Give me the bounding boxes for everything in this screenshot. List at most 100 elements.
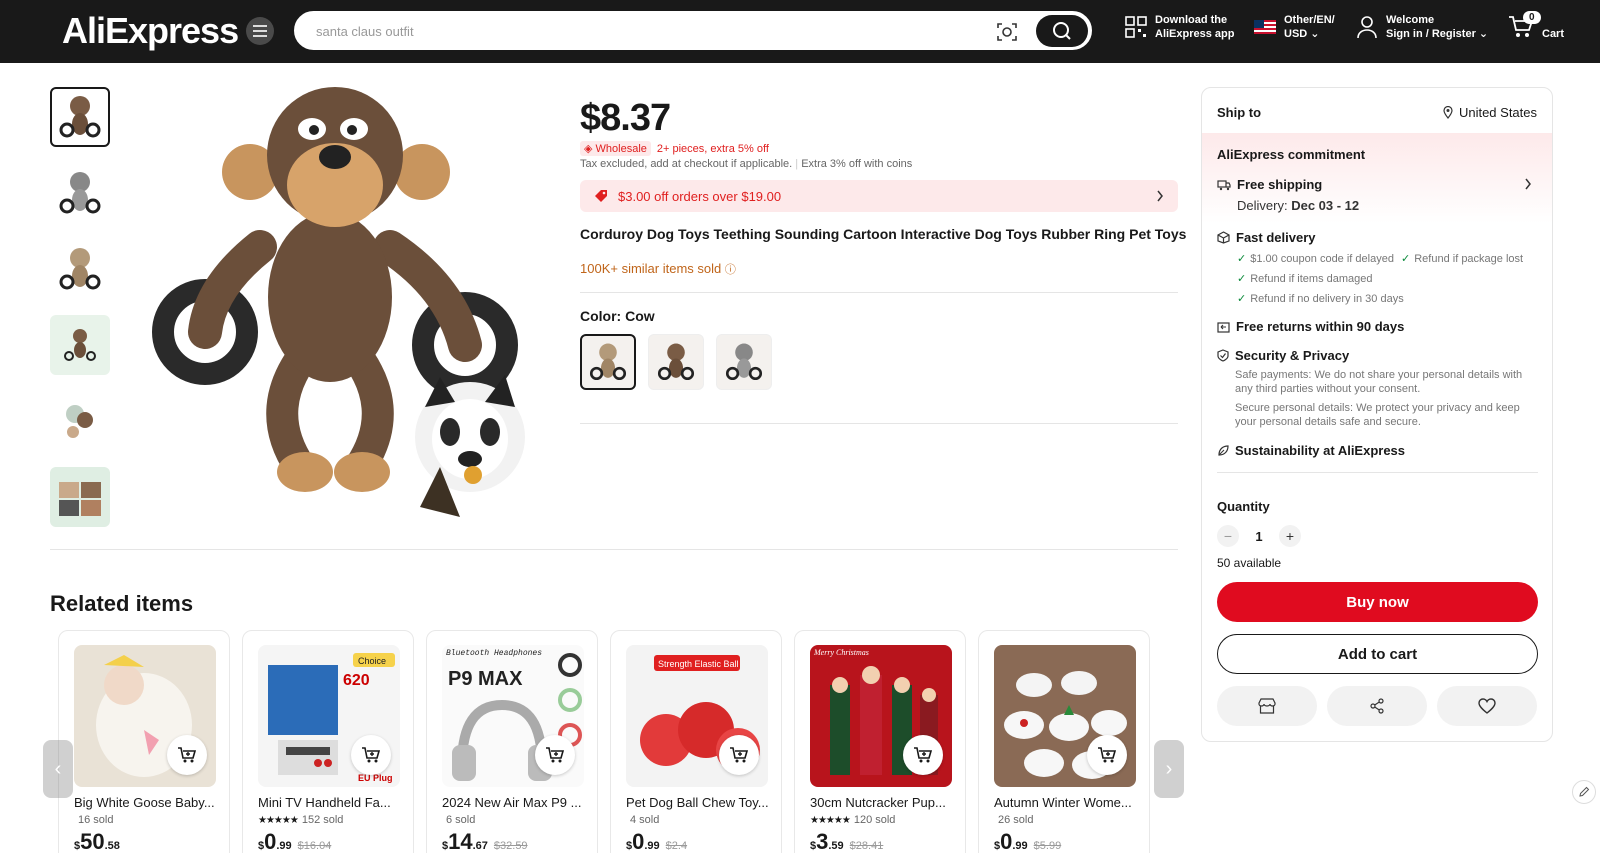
headphones-caption: Bluetooth Headphones bbox=[446, 649, 542, 658]
add-to-cart-quick-button[interactable] bbox=[535, 735, 575, 775]
coins-text: Extra 3% off with coins bbox=[801, 158, 913, 170]
thumbnail-1[interactable] bbox=[50, 87, 110, 147]
sustainability-row[interactable]: Sustainability at AliExpress bbox=[1217, 443, 1405, 458]
search-button[interactable] bbox=[1036, 15, 1088, 47]
add-to-cart-quick-button[interactable] bbox=[719, 735, 759, 775]
game-count-label: 620 bbox=[343, 672, 370, 689]
cart-label: Cart bbox=[1542, 28, 1565, 40]
ship-country-selector[interactable]: United States bbox=[1443, 105, 1537, 120]
quantity-decrease-button[interactable]: − bbox=[1217, 525, 1239, 547]
item-sold: 16 sold bbox=[78, 814, 114, 826]
related-item-card[interactable]: Strength Elastic Ball Pet Dog Ball Chew … bbox=[610, 630, 782, 853]
thumbnail-3[interactable] bbox=[50, 239, 110, 299]
share-icon bbox=[1370, 698, 1384, 714]
item-name: 30cm Nutcracker Pup... bbox=[810, 795, 946, 810]
search-input[interactable] bbox=[316, 21, 966, 41]
region-currency-selector[interactable]: Other/EN/USD ⌄ bbox=[1254, 13, 1335, 41]
share-button[interactable] bbox=[1327, 686, 1427, 726]
image-search-icon[interactable] bbox=[996, 21, 1018, 43]
wishlist-button[interactable] bbox=[1437, 686, 1537, 726]
delivery-dates: Dec 03 - 12 bbox=[1291, 198, 1360, 213]
plus-icon: + bbox=[1285, 528, 1295, 544]
info-icon[interactable]: ⓘ bbox=[725, 264, 736, 276]
location-pin-icon bbox=[1443, 106, 1453, 119]
hamburger-icon bbox=[253, 25, 267, 37]
related-item-card[interactable]: Merry Christmas 30cm Nutcracker Pup... ★… bbox=[794, 630, 966, 853]
aliexpress-logo[interactable]: AliExpress bbox=[62, 10, 239, 52]
cart-plus-icon bbox=[546, 747, 565, 763]
quantity-increase-button[interactable]: + bbox=[1279, 525, 1301, 547]
add-to-cart-quick-button[interactable] bbox=[167, 735, 207, 775]
fast-delivery-benefit: ✓ Refund if items damaged bbox=[1237, 273, 1373, 285]
add-to-cart-quick-button[interactable] bbox=[351, 735, 391, 775]
related-item-card[interactable]: Autumn Winter Wome... 26 sold $0.99 $5.99 bbox=[978, 630, 1150, 853]
carousel-next-button[interactable]: › bbox=[1154, 740, 1184, 798]
search-bar bbox=[294, 11, 1092, 50]
menu-button[interactable] bbox=[246, 17, 274, 45]
thumbnail-6[interactable] bbox=[50, 467, 110, 527]
cart-plus-icon bbox=[730, 747, 749, 763]
add-to-cart-button[interactable]: Add to cart bbox=[1217, 634, 1538, 674]
original-price: $32.59 bbox=[493, 840, 528, 852]
feedback-edit-button[interactable] bbox=[1572, 780, 1596, 804]
sold-count: 100K+ similar items sold ⓘ bbox=[580, 261, 736, 276]
heart-icon bbox=[1478, 698, 1496, 714]
cart-plus-icon bbox=[178, 747, 197, 763]
item-price: $14.67 $32.59 bbox=[442, 829, 528, 853]
swatch-cow[interactable] bbox=[580, 334, 636, 390]
wholesale-row: ◈ Wholesale 2+ pieces, extra 5% off bbox=[580, 141, 769, 156]
cart-plus-icon bbox=[362, 747, 381, 763]
coupon-tag-icon bbox=[595, 190, 607, 202]
coupon-banner[interactable]: $3.00 off orders over $19.00 bbox=[580, 180, 1178, 212]
thumbnail-4[interactable] bbox=[50, 315, 110, 375]
download-app-link[interactable]: Download the AliExpress app bbox=[1125, 13, 1234, 41]
cow-swatch-image bbox=[589, 343, 627, 381]
item-sold: 152 sold bbox=[301, 814, 344, 826]
item-sold: 4 sold bbox=[630, 814, 660, 826]
download-line2: AliExpress app bbox=[1155, 28, 1235, 40]
ship-to-label: Ship to bbox=[1217, 105, 1262, 120]
free-returns-row: Free returns within 90 days bbox=[1217, 319, 1404, 334]
package-icon bbox=[1217, 231, 1230, 244]
truck-icon bbox=[1217, 179, 1231, 190]
related-item-card[interactable]: Choice 620 EU Plug Mini TV Handheld Fa... … bbox=[242, 630, 414, 853]
us-flag-icon bbox=[1254, 20, 1276, 34]
thumbnail-2[interactable] bbox=[50, 163, 110, 223]
carousel-prev-button[interactable]: ‹ bbox=[43, 740, 73, 798]
store-button[interactable] bbox=[1217, 686, 1317, 726]
main-product-image[interactable] bbox=[140, 87, 530, 517]
related-item-card[interactable]: Bluetooth Headphones P9 MAX 2024 New Air … bbox=[426, 630, 598, 853]
security-personal-details: Secure personal details: We protect your… bbox=[1235, 402, 1520, 428]
related-item-card[interactable]: Big White Goose Baby... 16 sold $50.58 bbox=[58, 630, 230, 853]
quantity-stepper: − 1 + bbox=[1217, 525, 1301, 547]
shield-icon bbox=[1217, 349, 1229, 362]
item-price: $0.99 $2.4 bbox=[626, 829, 688, 853]
swatch-panda[interactable] bbox=[716, 334, 772, 390]
monkey-swatch-image bbox=[657, 343, 695, 381]
related-items-title: Related items bbox=[50, 591, 194, 616]
search-icon bbox=[1053, 22, 1071, 40]
account-menu[interactable]: Welcome Sign in / Register ⌄ bbox=[1356, 13, 1488, 41]
sign-in-register: Sign in / Register ⌄ bbox=[1386, 28, 1489, 40]
cart-plus-icon bbox=[1098, 747, 1117, 763]
item-meta: 4 sold bbox=[626, 814, 659, 826]
thumbnail-5[interactable] bbox=[50, 391, 110, 451]
store-icon bbox=[1258, 698, 1276, 714]
wholesale-tag: ◈ Wholesale bbox=[580, 141, 651, 156]
chevron-right-icon[interactable] bbox=[1524, 178, 1532, 190]
free-shipping-row[interactable]: Free shipping bbox=[1217, 177, 1322, 192]
security-safe-payments: Safe payments: We do not share your pers… bbox=[1235, 369, 1523, 395]
fast-delivery-benefit: ✓ Refund if no delivery in 30 days bbox=[1237, 293, 1404, 305]
original-price: $28.41 bbox=[849, 840, 884, 852]
wholesale-text: 2+ pieces, extra 5% off bbox=[656, 142, 769, 155]
item-sold: 26 sold bbox=[998, 814, 1034, 826]
add-to-cart-quick-button[interactable] bbox=[1087, 735, 1127, 775]
delivery-info: Delivery: Dec 03 - 12 bbox=[1237, 198, 1360, 213]
add-to-cart-quick-button[interactable] bbox=[903, 735, 943, 775]
item-name: Pet Dog Ball Chew Toy... bbox=[626, 795, 769, 810]
buy-now-button[interactable]: Buy now bbox=[1217, 582, 1538, 622]
quantity-value[interactable]: 1 bbox=[1253, 529, 1265, 544]
swatch-monkey[interactable] bbox=[648, 334, 704, 390]
chevron-left-icon: ‹ bbox=[54, 757, 62, 780]
leaf-icon bbox=[1218, 444, 1229, 456]
